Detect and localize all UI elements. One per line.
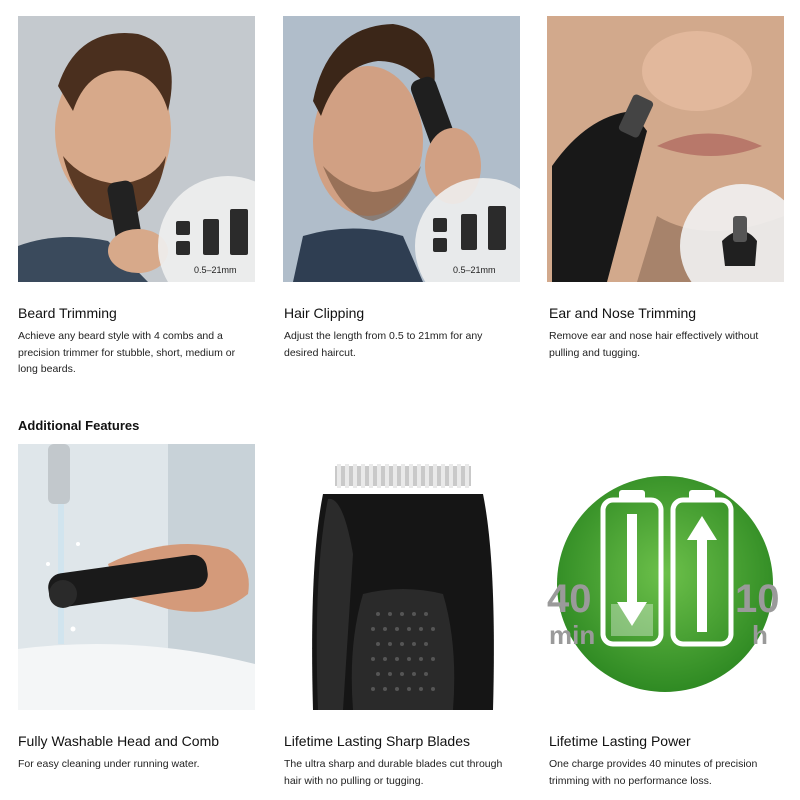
ear-nose-trimming-image	[547, 16, 784, 282]
washable-head-title: Fully Washable Head and Comb	[18, 733, 220, 749]
run-time-unit: min	[549, 620, 595, 650]
hair-clipping-image: 0.5–21mm	[283, 16, 520, 282]
sharp-blades-description: The ultra sharp and durable blades cut t…	[284, 758, 503, 787]
run-time-value: 40	[547, 577, 592, 621]
hair-clipping-description: Adjust the length from 0.5 to 21mm for a…	[284, 330, 483, 359]
beard-trimming-image: 0.5–21mm	[18, 16, 255, 282]
charge-time-value: 10	[735, 577, 780, 621]
battery-power-image: 40 min 10 h	[547, 444, 784, 710]
beard-trimming-title: Beard Trimming	[18, 305, 117, 321]
lasting-power-title: Lifetime Lasting Power	[549, 733, 691, 749]
washable-head-description: For easy cleaning under running water.	[18, 758, 200, 770]
charge-time-unit: h	[752, 620, 768, 650]
lasting-power-description: One charge provides 40 minutes of precis…	[549, 758, 758, 787]
comb-range-caption: 0.5–21mm	[453, 265, 496, 275]
additional-features-heading: Additional Features	[18, 418, 140, 433]
comb-range-caption: 0.5–21mm	[194, 265, 237, 275]
washable-head-image	[18, 444, 255, 710]
sharp-blades-title: Lifetime Lasting Sharp Blades	[284, 733, 470, 749]
ear-nose-trimming-description: Remove ear and nose hair effectively wit…	[549, 330, 759, 359]
sharp-blades-image	[283, 444, 520, 710]
hair-clipping-title: Hair Clipping	[284, 305, 365, 321]
ear-nose-trimming-title: Ear and Nose Trimming	[549, 305, 697, 321]
beard-trimming-description: Achieve any beard style with 4 combs and…	[18, 330, 236, 375]
